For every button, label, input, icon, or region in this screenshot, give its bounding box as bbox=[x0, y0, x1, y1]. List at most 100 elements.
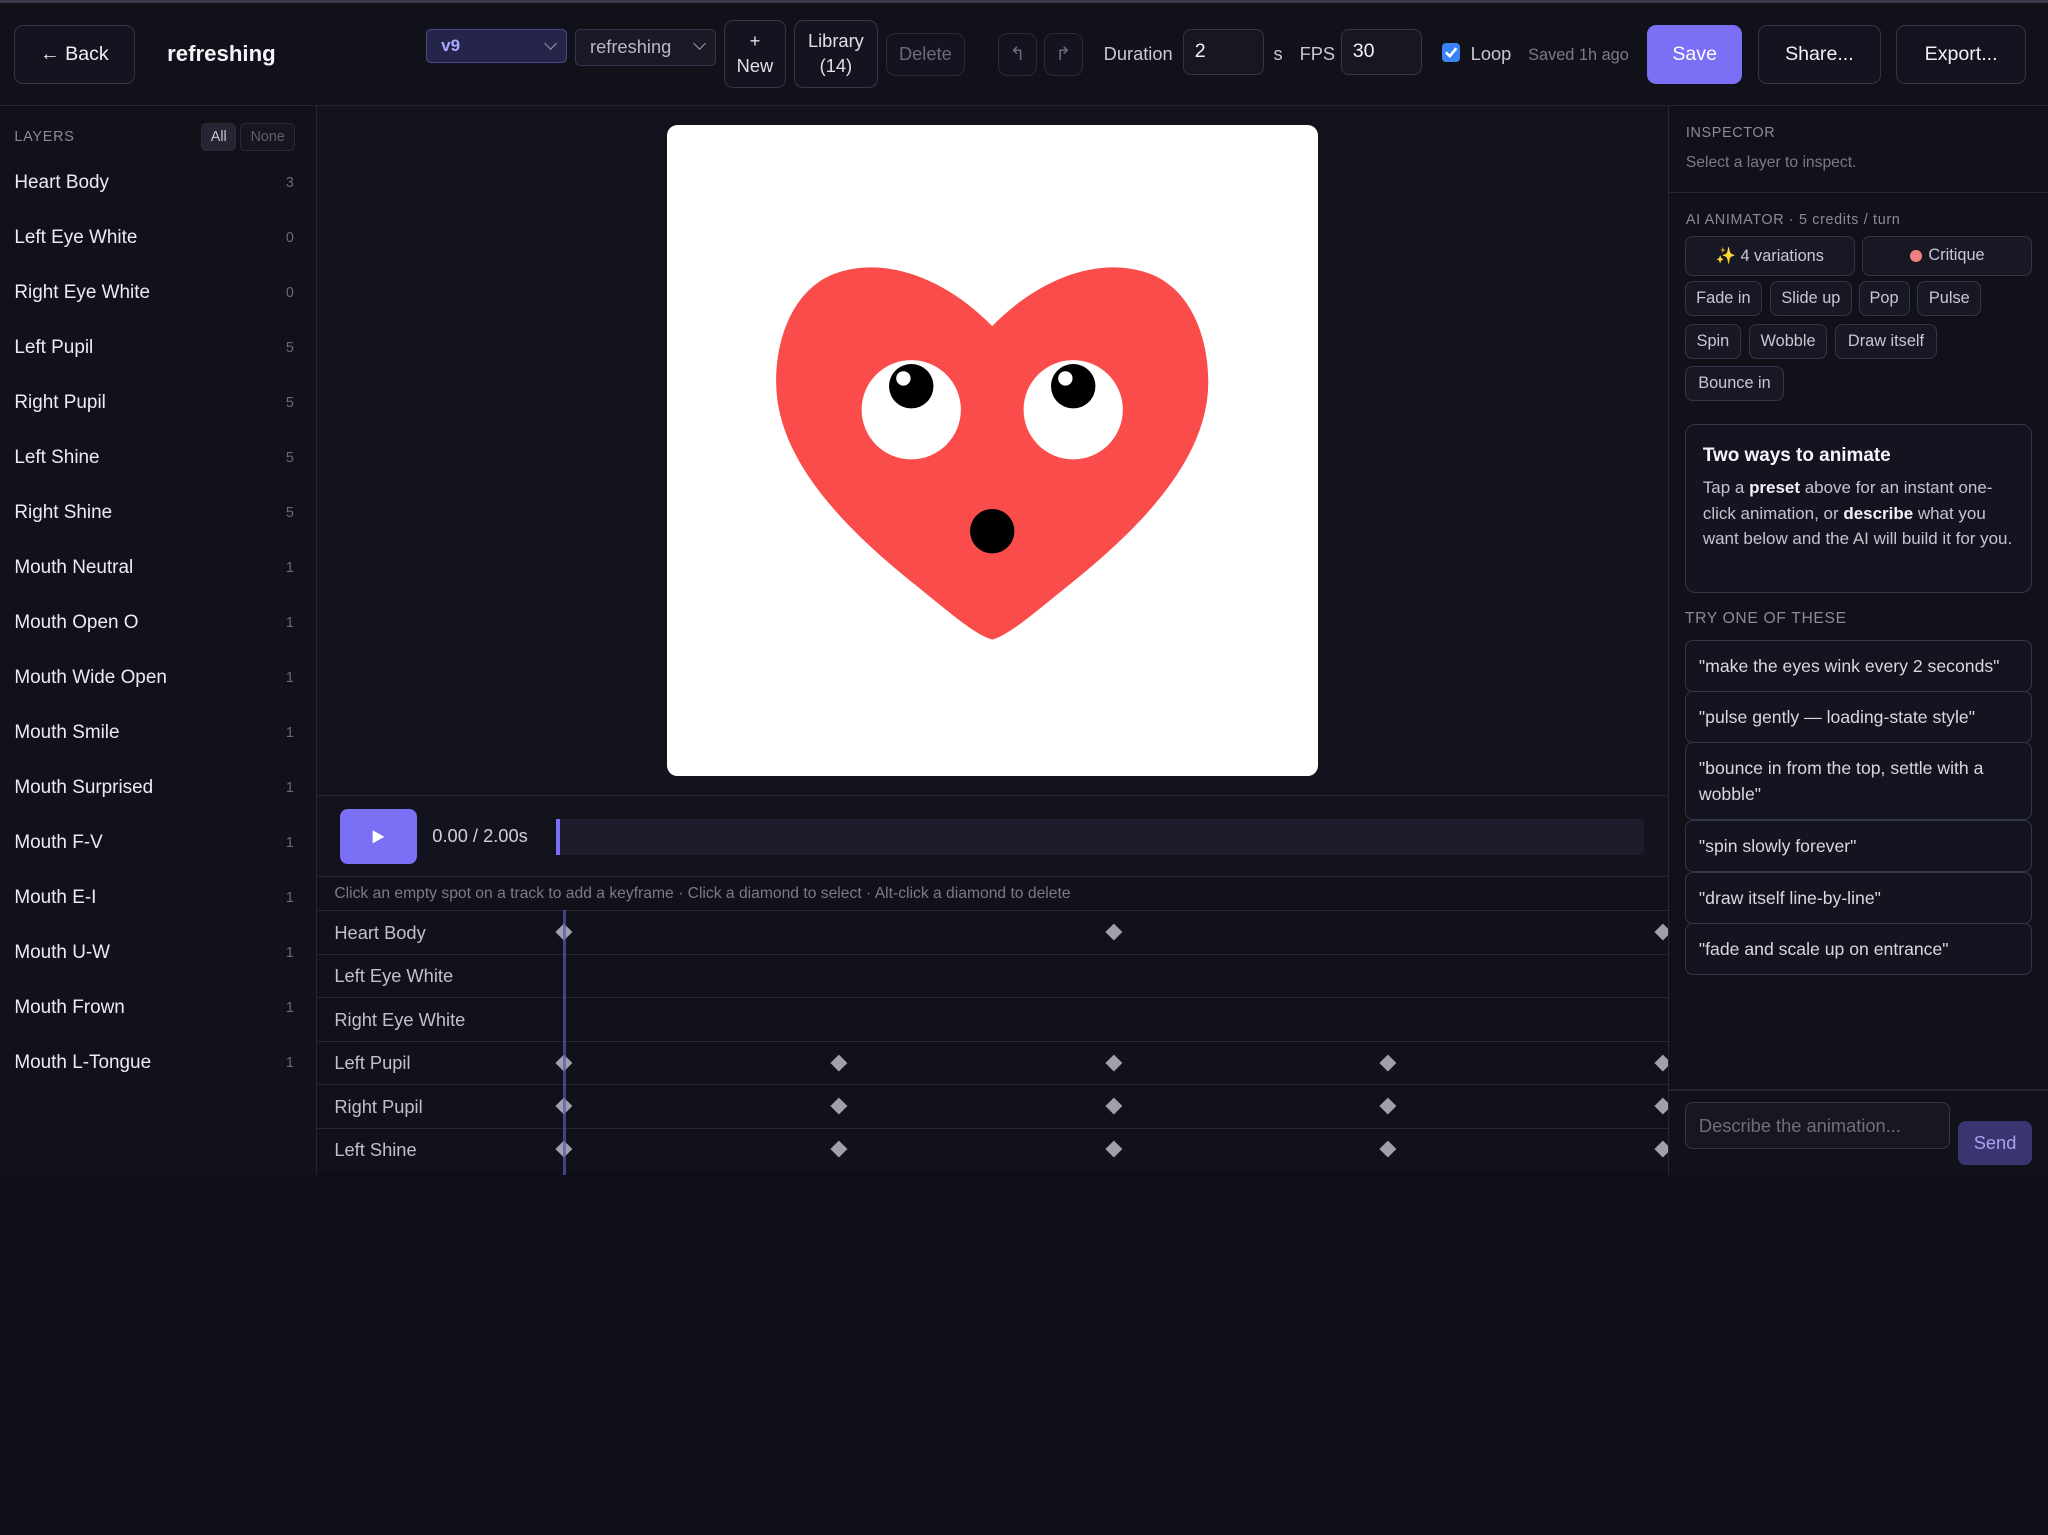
fps-input[interactable]: 30 bbox=[1341, 29, 1423, 75]
preset-chip[interactable]: Pulse bbox=[1917, 280, 1982, 317]
timeline-track[interactable]: Right Pupil bbox=[317, 1084, 1668, 1128]
layer-keyframe-count: 1 bbox=[285, 834, 294, 851]
timeline-track[interactable]: Left Eye White bbox=[317, 953, 1668, 997]
export-button[interactable]: Export... bbox=[1896, 25, 2026, 84]
critique-button[interactable]: Critique bbox=[1862, 236, 2033, 276]
check-icon bbox=[1444, 47, 1458, 59]
track-name: Right Pupil bbox=[334, 1095, 423, 1117]
layer-row[interactable]: Mouth Surprised 1 bbox=[0, 762, 317, 817]
layer-keyframe-count: 1 bbox=[285, 559, 294, 576]
select-none-button[interactable]: None bbox=[240, 122, 296, 152]
layer-row[interactable]: Mouth E-I 1 bbox=[0, 872, 317, 927]
project-title: refreshing bbox=[167, 40, 276, 66]
layer-row[interactable]: Left Pupil 5 bbox=[0, 322, 317, 377]
suggestion-prompt[interactable]: "draw itself line-by-line" bbox=[1684, 872, 2033, 925]
help-text-bold: preset bbox=[1749, 478, 1800, 498]
layer-row[interactable]: Mouth U-W 1 bbox=[0, 927, 317, 982]
layer-row[interactable]: Mouth Neutral 1 bbox=[0, 542, 317, 597]
heart-body-shape[interactable] bbox=[776, 267, 1209, 640]
critique-label: Critique bbox=[1928, 246, 1985, 265]
new-button[interactable]: + New bbox=[723, 19, 787, 88]
send-button[interactable]: Send bbox=[1957, 1120, 2033, 1166]
duration-input[interactable]: 2 bbox=[1183, 29, 1265, 75]
timeline-track[interactable]: Heart Body bbox=[317, 910, 1668, 954]
suggestion-prompt[interactable]: "bounce in from the top, settle with a w… bbox=[1684, 741, 2033, 820]
layer-row[interactable]: Mouth F-V 1 bbox=[0, 817, 317, 872]
layer-row[interactable]: Left Eye White 0 bbox=[0, 212, 317, 267]
layer-row[interactable]: Mouth L-Tongue 1 bbox=[0, 1037, 317, 1092]
layer-row[interactable]: Right Shine 5 bbox=[0, 487, 317, 542]
layer-keyframe-count: 1 bbox=[285, 944, 294, 961]
layer-row[interactable]: Mouth Open O 1 bbox=[0, 597, 317, 652]
animation-select-value: refreshing bbox=[590, 36, 672, 58]
layer-keyframe-count: 0 bbox=[285, 284, 294, 301]
delete-button[interactable]: Delete bbox=[885, 33, 966, 77]
preset-chip[interactable]: Slide up bbox=[1769, 280, 1853, 317]
preset-chip[interactable]: Bounce in bbox=[1684, 365, 1785, 401]
animation-select[interactable]: refreshing bbox=[574, 29, 716, 66]
layer-row[interactable]: Right Eye White 0 bbox=[0, 267, 317, 322]
preset-chip[interactable]: Pop bbox=[1858, 280, 1910, 317]
scrubber-playhead[interactable] bbox=[556, 818, 561, 856]
layer-row[interactable]: Mouth Smile 1 bbox=[0, 707, 317, 762]
undo-button[interactable]: ↰ bbox=[997, 33, 1038, 77]
chevron-down-icon bbox=[693, 37, 707, 51]
layers-panel: LAYERS All None Heart Body 3 Left Eye Whit… bbox=[0, 105, 318, 1176]
canvas-area bbox=[317, 105, 1668, 796]
library-button[interactable]: Library (14) bbox=[794, 19, 878, 88]
layer-keyframe-count: 1 bbox=[285, 669, 294, 686]
playback-bar: 0.00 / 2.00s bbox=[317, 795, 1668, 877]
fps-label: FPS bbox=[1299, 43, 1336, 65]
loop-checkbox[interactable] bbox=[1441, 43, 1461, 62]
timeline-playhead[interactable] bbox=[562, 910, 566, 1176]
layer-row[interactable]: Heart Body 3 bbox=[0, 157, 317, 212]
timeline-track[interactable]: Left Pupil bbox=[317, 1040, 1668, 1084]
play-button[interactable] bbox=[339, 809, 417, 865]
suggestion-prompt[interactable]: "pulse gently — loading-state style" bbox=[1684, 690, 2033, 743]
share-button[interactable]: Share... bbox=[1758, 25, 1881, 84]
preset-chip[interactable]: Draw itself bbox=[1835, 323, 1937, 360]
layer-row[interactable]: Mouth Frown 1 bbox=[0, 982, 317, 1037]
critique-icon bbox=[1910, 250, 1922, 262]
suggestion-prompt[interactable]: "fade and scale up on entrance" bbox=[1684, 923, 2033, 976]
help-card: Two ways to animate Tap a preset above f… bbox=[1684, 424, 2033, 593]
divider bbox=[1669, 1089, 2048, 1091]
layer-keyframe-count: 1 bbox=[285, 779, 294, 796]
track-name: Left Pupil bbox=[334, 1052, 411, 1074]
layer-keyframe-count: 5 bbox=[285, 339, 294, 356]
suggestion-prompt[interactable]: "make the eyes wink every 2 seconds" bbox=[1684, 639, 2033, 692]
back-button[interactable]: ← Back bbox=[14, 25, 135, 84]
preset-chip[interactable]: Fade in bbox=[1684, 280, 1762, 317]
track-name: Heart Body bbox=[334, 921, 426, 943]
layer-name: Mouth Open O bbox=[14, 612, 139, 634]
scrubber[interactable] bbox=[556, 818, 1645, 856]
mouth-open-o[interactable] bbox=[970, 509, 1015, 554]
divider bbox=[1668, 191, 2048, 194]
library-button-label: Library bbox=[807, 30, 864, 52]
layer-row[interactable]: Mouth Wide Open 1 bbox=[0, 652, 317, 707]
save-button[interactable]: Save bbox=[1646, 25, 1743, 84]
layer-row[interactable]: Right Pupil 5 bbox=[0, 377, 317, 432]
timeline-track[interactable]: Left Shine bbox=[317, 1127, 1668, 1171]
variations-button[interactable]: ✨ 4 variations bbox=[1684, 236, 1855, 276]
preset-chip[interactable]: Spin bbox=[1684, 323, 1742, 360]
layer-row[interactable]: Left Shine 5 bbox=[0, 432, 317, 487]
layer-name: Mouth Smile bbox=[14, 722, 120, 744]
layer-name: Left Shine bbox=[14, 447, 100, 469]
right-shine[interactable] bbox=[1058, 371, 1073, 386]
suggestion-prompt[interactable]: "spin slowly forever" bbox=[1684, 820, 2033, 872]
select-all-button[interactable]: All bbox=[201, 122, 237, 152]
right-pupil[interactable] bbox=[1051, 364, 1096, 409]
layer-name: Mouth E-I bbox=[14, 887, 97, 909]
preset-chip[interactable]: Wobble bbox=[1748, 323, 1828, 360]
timeline-track[interactable]: Right Eye White bbox=[317, 997, 1668, 1041]
redo-button[interactable]: ↱ bbox=[1043, 33, 1083, 77]
left-pupil[interactable] bbox=[889, 364, 934, 409]
layer-keyframe-count: 5 bbox=[285, 449, 294, 466]
version-select-value: v9 bbox=[441, 36, 461, 56]
describe-animation-input[interactable]: Describe the animation... bbox=[1684, 1102, 1950, 1150]
artboard[interactable] bbox=[667, 125, 1318, 776]
layer-name: Left Pupil bbox=[14, 337, 94, 359]
left-shine[interactable] bbox=[896, 371, 911, 386]
version-select[interactable]: v9 bbox=[425, 29, 567, 64]
